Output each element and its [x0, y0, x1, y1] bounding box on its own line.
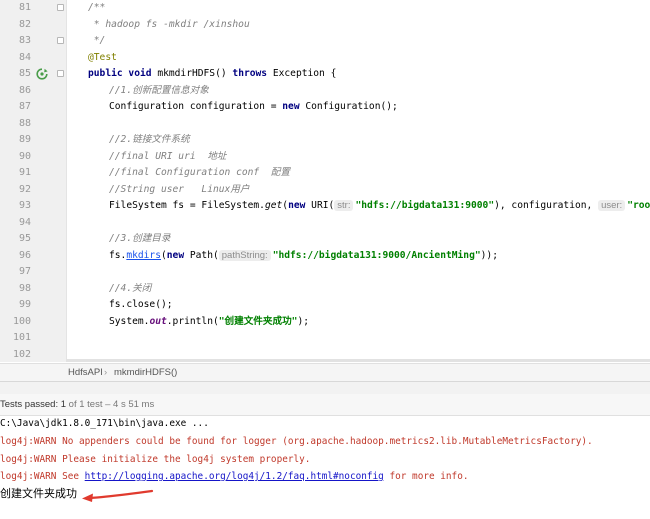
- code-line: 100 System.out.println("创建文件夹成功");: [0, 314, 650, 331]
- run-test-icon[interactable]: [36, 68, 48, 80]
- code-line: 84 @Test: [0, 50, 650, 67]
- code-line: 92 //String user Linux用户: [0, 182, 650, 199]
- line-number: 85: [18, 68, 31, 79]
- console-line-output: 创建文件夹成功: [0, 487, 77, 500]
- line-number: 90: [18, 150, 31, 162]
- code-line: 93 FileSystem fs = FileSystem.get(new UR…: [0, 198, 650, 215]
- red-arrow-icon: [82, 489, 154, 502]
- breadcrumb: HdfsAPI › mkmdirHDFS(): [0, 363, 650, 382]
- code-text: //4.关闭: [109, 282, 152, 294]
- code-line: 91 //final Configuration conf 配置: [0, 165, 650, 182]
- breadcrumb-separator: ›: [104, 367, 108, 378]
- code-line: 87 Configuration configuration = new Con…: [0, 99, 650, 116]
- code-line: 89 //2.链接文件系统: [0, 132, 650, 149]
- code-line: 99 fs.close();: [0, 297, 650, 314]
- code-text: */: [88, 35, 106, 46]
- line-number: 91: [18, 167, 31, 178]
- run-toolbar: [0, 382, 650, 394]
- fold-icon[interactable]: [57, 70, 64, 77]
- line-number: 94: [18, 216, 31, 228]
- console-output[interactable]: C:\Java\jdk1.8.0_171\bin\java.exe ... lo…: [0, 416, 650, 519]
- line-number: 84: [18, 51, 31, 63]
- horizontal-scrollbar[interactable]: [66, 359, 650, 362]
- line-number: 89: [18, 134, 31, 145]
- code-line: 81 /**: [0, 0, 650, 17]
- line-number: 86: [18, 84, 31, 96]
- code-text: //final URI uri 地址: [109, 150, 227, 162]
- code-text: //final Configuration conf 配置: [109, 167, 290, 178]
- fold-icon[interactable]: [57, 37, 64, 44]
- code-line: 101: [0, 330, 650, 347]
- line-number: 98: [18, 282, 31, 294]
- code-text: fs.mkdirs(new Path(pathString: "hdfs://bi…: [109, 249, 498, 261]
- code-line: 90 //final URI uri 地址: [0, 149, 650, 166]
- breadcrumb-method[interactable]: mkmdirHDFS(): [114, 367, 177, 378]
- line-number: 100: [12, 315, 31, 327]
- test-status-text: Tests passed: 1 of 1 test – 4 s 51 ms: [0, 399, 155, 410]
- line-number: 82: [18, 18, 31, 30]
- line-number: 102: [12, 348, 31, 360]
- code-text: FileSystem fs = FileSystem.get(new URI(s…: [109, 200, 650, 211]
- test-status-bar: Tests passed: 1 of 1 test – 4 s 51 ms: [0, 394, 650, 416]
- fold-icon[interactable]: [57, 4, 64, 11]
- console-line-warning: log4j:WARN See http://logging.apache.org…: [0, 471, 469, 482]
- parameter-hint: pathString:: [218, 249, 271, 261]
- line-number: 95: [18, 233, 31, 244]
- code-text: * hadoop fs -mkdir /xinshou: [88, 18, 250, 30]
- code-line: 95 //3.创建目录: [0, 231, 650, 248]
- line-number: 93: [18, 200, 31, 211]
- console-line-warning: log4j:WARN No appenders could be found f…: [0, 436, 593, 447]
- console-line-command: C:\Java\jdk1.8.0_171\bin\java.exe ...: [0, 418, 209, 429]
- code-editor[interactable]: 81 /** 82 * hadoop fs -mkdir /xinshou 83…: [0, 0, 650, 362]
- line-number: 99: [18, 299, 31, 310]
- line-number: 83: [18, 35, 31, 46]
- code-text: //1.创新配置信息对象: [109, 84, 209, 96]
- code-line: 97: [0, 264, 650, 281]
- code-line: 94: [0, 215, 650, 232]
- code-line: 96 fs.mkdirs(new Path(pathString: "hdfs:/…: [0, 248, 650, 265]
- code-line: 98 //4.关闭: [0, 281, 650, 298]
- code-text: System.out.println("创建文件夹成功");: [109, 315, 310, 327]
- code-text: Configuration configuration = new Config…: [109, 101, 398, 112]
- code-text: /**: [88, 2, 106, 13]
- breadcrumb-class[interactable]: HdfsAPI: [68, 367, 103, 378]
- code-line: 88: [0, 116, 650, 133]
- code-text: @Test: [88, 51, 117, 63]
- parameter-hint: user:: [598, 200, 626, 211]
- line-number: 97: [18, 266, 31, 277]
- code-line: 85 public void mkmdirHDFS() throws Excep…: [0, 66, 650, 83]
- line-number: 81: [18, 2, 31, 13]
- line-number: 101: [12, 332, 31, 343]
- code-line: 86 //1.创新配置信息对象: [0, 83, 650, 100]
- code-text: //2.链接文件系统: [109, 134, 190, 145]
- line-number: 87: [18, 101, 31, 112]
- line-number: 92: [18, 183, 31, 195]
- line-number: 88: [18, 117, 31, 129]
- code-text: fs.close();: [109, 299, 173, 310]
- parameter-hint: str:: [334, 200, 354, 211]
- code-line: 83 */: [0, 33, 650, 50]
- code-text: //String user Linux用户: [109, 183, 250, 195]
- line-number: 96: [18, 249, 31, 261]
- code-text: //3.创建目录: [109, 233, 171, 244]
- code-text: public void mkmdirHDFS() throws Exceptio…: [88, 68, 337, 79]
- console-line-warning: log4j:WARN Please initialize the log4j s…: [0, 454, 311, 465]
- log4j-faq-link[interactable]: http://logging.apache.org/log4j/1.2/faq.…: [85, 471, 384, 482]
- code-line: 82 * hadoop fs -mkdir /xinshou: [0, 17, 650, 34]
